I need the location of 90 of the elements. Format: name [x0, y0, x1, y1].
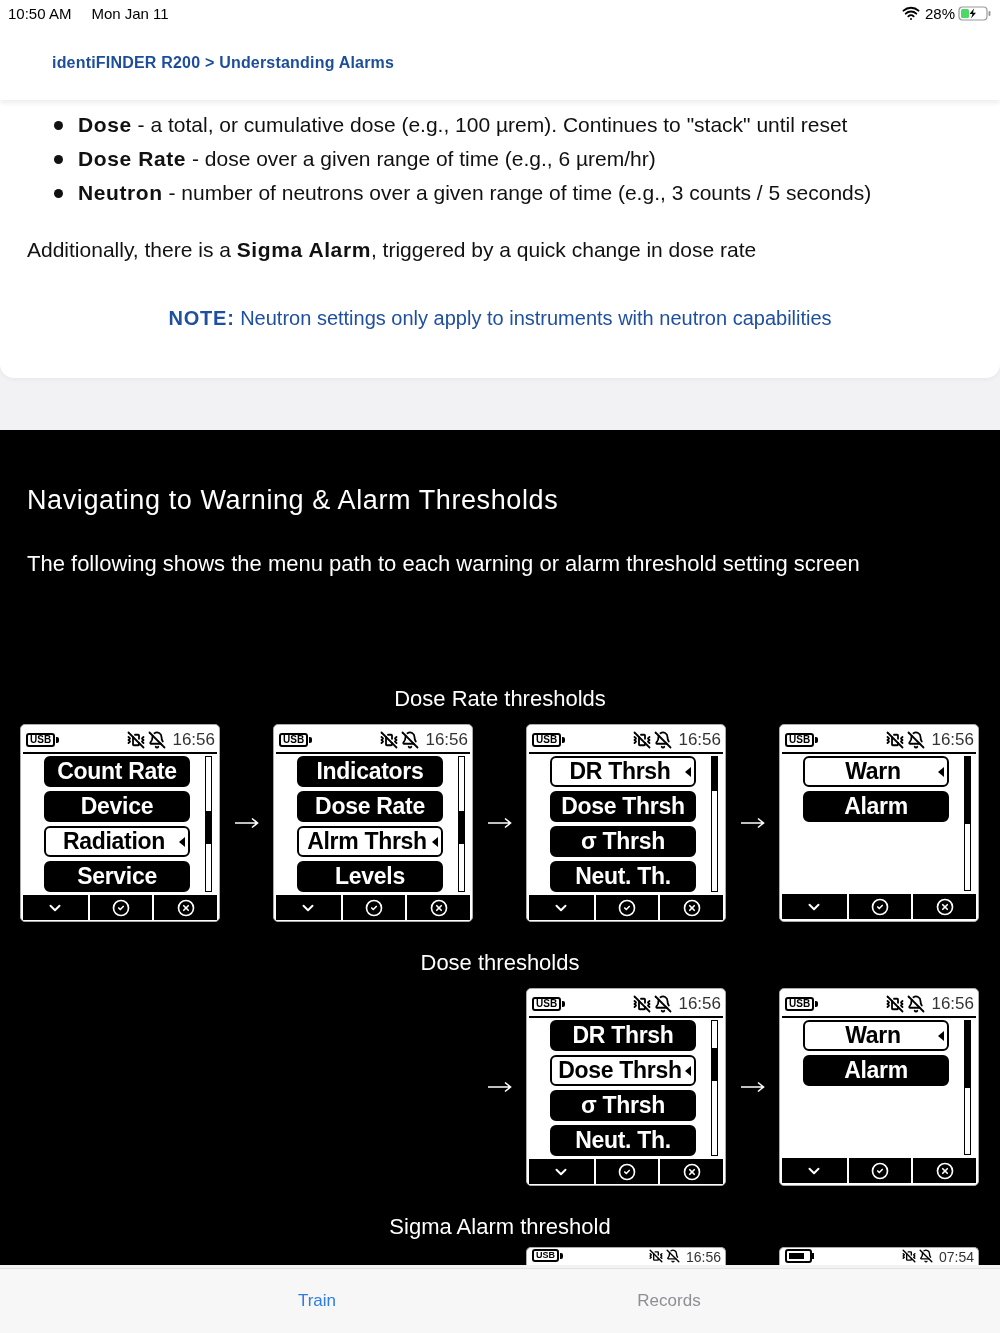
list-item-text: Dose Rate - dose over a given range of time (e.g., 6 µrem/hr): [78, 146, 656, 172]
check-circle-icon: [871, 897, 889, 916]
close-circle-icon: [682, 1162, 701, 1181]
battery-percent: 28%: [924, 4, 955, 22]
diagram-caption: Dose thresholds: [420, 949, 580, 977]
vibrate-off-icon: [648, 1249, 663, 1263]
menu-option-label: Radiation: [61, 830, 167, 853]
close-circle-icon: [429, 898, 448, 917]
menu-option-label: σ Thrsh: [580, 830, 666, 853]
vibrate-off-icon: [380, 730, 399, 749]
menu-option-label: Dose Rate: [314, 795, 426, 818]
menu-option-label: Device: [79, 795, 155, 818]
pointer-triangle-icon: [938, 766, 944, 777]
list-item-text: Dose - a total, or cumulative dose (e.g., 100 µrem). Continues to "stack" until reset: [78, 112, 848, 138]
breadcrumb-title: identiFINDER R200 > Understanding Alarms: [52, 54, 395, 72]
menu-option-label: Alrm Thrsh: [306, 830, 428, 853]
bell-off-icon: [654, 994, 673, 1013]
vibrate-off-icon: [633, 730, 652, 749]
paragraph-text: Additionally, there is a Sigma Alarm, triggered by a quick change in dose rate: [27, 237, 757, 263]
diagram-caption: Sigma Alarm threshold: [389, 1213, 611, 1241]
menu-option-label: Warn: [844, 1024, 902, 1047]
menu-option-label: Service: [76, 865, 158, 888]
usb-label: USB: [532, 996, 562, 1011]
pointer-triangle-icon: [938, 1030, 944, 1041]
note-text: NOTE: Neutron settings only apply to instruments with neutron capabilities: [168, 306, 832, 331]
close-circle-icon: [935, 897, 954, 916]
menu-option-label: Alarm: [843, 795, 909, 818]
bullet-icon: [54, 188, 63, 198]
check-circle-icon: [365, 898, 383, 917]
menu-option-label: Indicators: [315, 760, 425, 783]
vibrate-off-icon: [886, 730, 905, 749]
device-clock: 16:56: [931, 731, 974, 748]
usb-label: USB: [532, 732, 562, 747]
close-circle-icon: [176, 898, 195, 917]
bell-off-icon: [401, 730, 420, 749]
vibrate-off-icon: [901, 1249, 916, 1263]
bell-off-icon: [654, 730, 673, 749]
check-circle-icon: [871, 1161, 889, 1180]
diagram-caption: Dose Rate thresholds: [394, 685, 606, 713]
pointer-triangle-icon: [685, 766, 691, 777]
status-time: 10:50 AM: [8, 4, 72, 22]
bell-off-icon: [148, 730, 167, 749]
close-circle-icon: [935, 1161, 954, 1180]
vibrate-off-icon: [633, 994, 652, 1013]
list-item-text: Neutron - number of neutrons over a given range of time (e.g., 3 counts / 5 seconds): [78, 180, 872, 206]
tab[interactable]: Records: [493, 1269, 845, 1333]
bell-off-icon: [665, 1249, 680, 1263]
device-clock: 16:56: [685, 1249, 721, 1265]
wifi-icon: [901, 4, 920, 22]
vibrate-off-icon: [127, 730, 146, 749]
usb-label: USB: [279, 732, 309, 747]
check-circle-icon: [618, 1162, 636, 1181]
bell-off-icon: [907, 730, 926, 749]
bell-off-icon: [918, 1249, 933, 1263]
bullet-icon: [54, 154, 63, 164]
menu-option-label: σ Thrsh: [580, 1094, 666, 1117]
check-circle-icon: [112, 898, 130, 917]
menu-option-label: Neut. Th.: [574, 1129, 672, 1152]
bell-off-icon: [907, 994, 926, 1013]
section-heading: Navigating to Warning & Alarm Thresholds: [27, 484, 559, 517]
battery-charging-icon: [958, 5, 992, 21]
menu-option-label: Neut. Th.: [574, 865, 672, 888]
bullet-icon: [54, 120, 63, 130]
status-date: Mon Jan 11: [91, 4, 169, 22]
usb-label: USB: [785, 732, 815, 747]
device-clock: 16:56: [678, 995, 721, 1012]
check-circle-icon: [618, 898, 636, 917]
menu-option-label: DR Thrsh: [571, 1024, 675, 1047]
menu-option-label: Dose Thrsh: [557, 1059, 683, 1082]
menu-option-label: Dose Thrsh: [560, 795, 686, 818]
menu-option-label: Warn: [844, 760, 902, 783]
menu-option-label: Levels: [334, 865, 406, 888]
usb-label: USB: [785, 996, 815, 1011]
menu-option-label: Alarm: [843, 1059, 909, 1082]
vibrate-off-icon: [886, 994, 905, 1013]
device-clock: 16:56: [172, 731, 215, 748]
section-intro: The following shows the menu path to each warning or alarm threshold setting screen: [27, 550, 860, 578]
menu-option-label: DR Thrsh: [568, 760, 672, 783]
pointer-triangle-icon: [685, 1065, 691, 1076]
close-circle-icon: [682, 898, 701, 917]
device-clock: 07:54: [938, 1249, 974, 1265]
usb-label: USB: [26, 732, 56, 747]
device-clock: 16:56: [931, 995, 974, 1012]
pointer-triangle-icon: [432, 836, 438, 847]
pointer-triangle-icon: [179, 836, 185, 847]
menu-option-label: Count Rate: [56, 760, 178, 783]
tab[interactable]: Train: [141, 1269, 493, 1333]
usb-label: USB: [532, 1249, 559, 1262]
device-clock: 16:56: [678, 731, 721, 748]
device-clock: 16:56: [425, 731, 468, 748]
